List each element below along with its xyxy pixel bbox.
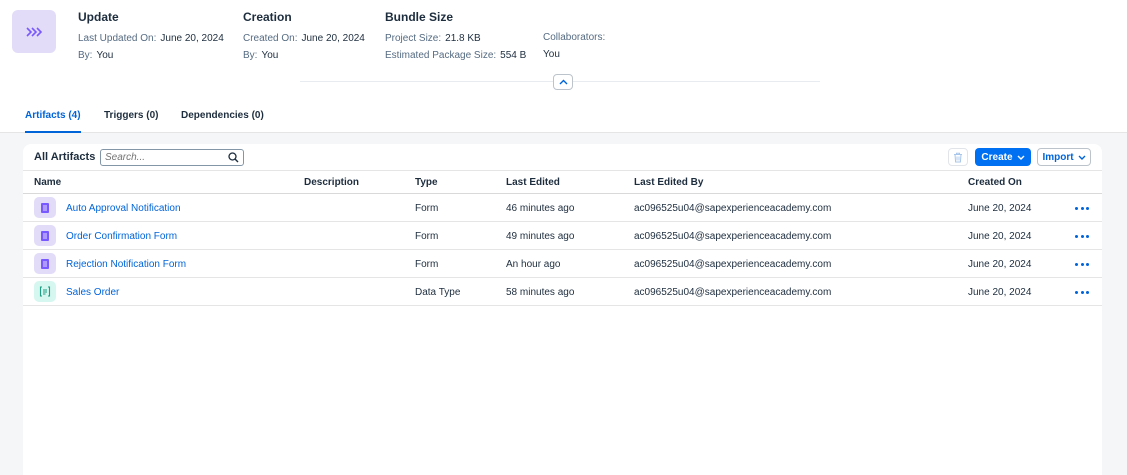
creation-section: Creation Created On: June 20, 2024 By: You [243,10,365,62]
column-header-created-on[interactable]: Created On [968,177,1022,188]
collaborators-section: Collaborators: You [543,31,605,61]
table-header: Name Description Type Last Edited Last E… [23,170,1102,194]
import-button[interactable]: Import [1037,148,1091,166]
import-button-label: Import [1042,151,1074,163]
chevron-down-icon [1017,155,1025,160]
artifact-last-edited: 46 minutes ago [506,203,575,214]
bundle-size-title: Bundle Size [385,10,454,24]
artifact-name-link[interactable]: Sales Order [66,287,119,298]
created-on-value: June 20, 2024 [301,33,365,44]
column-header-last-edited[interactable]: Last Edited [506,177,560,188]
search-icon[interactable] [228,152,239,163]
column-header-name[interactable]: Name [34,177,61,188]
project-size-label: Project Size: [385,33,442,44]
search-field[interactable] [100,149,244,166]
delete-button[interactable] [948,148,968,166]
column-header-last-edited-by[interactable]: Last Edited By [634,177,703,188]
artifact-type: Form [415,203,439,214]
project-header: Update Last Updated On: June 20, 2024 By:… [0,0,1127,133]
artifact-created-on: June 20, 2024 [968,231,1032,242]
artifact-last-edited: 49 minutes ago [506,231,575,242]
collapse-header-button[interactable] [553,74,573,90]
table-title: All Artifacts [34,151,96,163]
table-row[interactable]: Auto Approval Notification Form 46 minut… [23,194,1102,222]
artifact-last-edited: An hour ago [506,259,561,270]
data-type-icon [34,281,56,302]
artifact-type: Data Type [415,287,461,298]
create-button-label: Create [981,151,1013,163]
created-on-label: Created On: [243,33,298,44]
artifact-created-on: June 20, 2024 [968,203,1032,214]
artifact-last-edited-by: ac096525u04@sapexperienceacademy.com [634,287,832,298]
more-actions-icon[interactable] [1075,233,1089,239]
artifact-last-edited-by: ac096525u04@sapexperienceacademy.com [634,203,832,214]
collaborators-value: You [543,49,560,60]
table-row[interactable]: Order Confirmation Form Form 49 minutes … [23,222,1102,250]
form-icon [34,253,56,274]
package-size-label: Estimated Package Size: [385,50,497,61]
chevron-up-icon [559,79,567,85]
artifact-type: Form [415,259,439,270]
artifact-last-edited-by: ac096525u04@sapexperienceacademy.com [634,259,832,270]
table-row[interactable]: Sales Order Data Type 58 minutes ago ac0… [23,278,1102,306]
chevron-down-icon [1078,155,1086,160]
create-button[interactable]: Create [975,148,1031,166]
form-icon [34,225,56,246]
created-by-value: You [261,50,279,61]
tab-dependencies[interactable]: Dependencies (0) [181,110,264,132]
column-header-description[interactable]: Description [304,177,359,188]
updated-by-value: You [96,50,114,61]
bundle-size-section: Bundle Size Project Size: 21.8 KB Estimat… [385,10,526,62]
artifact-name-link[interactable]: Order Confirmation Form [66,231,177,242]
trash-icon [954,152,962,162]
search-input[interactable] [105,152,225,163]
more-actions-icon[interactable] [1075,289,1089,295]
artifact-last-edited-by: ac096525u04@sapexperienceacademy.com [634,231,832,242]
collaborators-label: Collaborators: [543,32,606,43]
project-icon [12,10,56,53]
update-title: Update [78,10,119,24]
package-size-value: 554 B [500,50,527,61]
more-actions-icon[interactable] [1075,261,1089,267]
artifact-name-link[interactable]: Auto Approval Notification [66,203,181,214]
created-by-label: By: [243,50,258,61]
project-size-value: 21.8 KB [445,33,481,44]
updated-by-label: By: [78,50,93,61]
more-actions-icon[interactable] [1075,205,1089,211]
artifact-last-edited: 58 minutes ago [506,287,575,298]
tab-artifacts[interactable]: Artifacts (4) [25,110,81,133]
tab-triggers[interactable]: Triggers (0) [104,110,158,132]
table-row[interactable]: Rejection Notification Form Form An hour… [23,250,1102,278]
artifact-name-link[interactable]: Rejection Notification Form [66,259,186,270]
artifact-type: Form [415,231,439,242]
artifacts-table-card: All Artifacts Create Import Name Descrip… [23,144,1102,475]
triple-chevron-right-icon [26,26,43,37]
creation-title: Creation [243,10,292,24]
column-header-type[interactable]: Type [415,177,438,188]
last-updated-value: June 20, 2024 [160,33,224,44]
artifact-created-on: June 20, 2024 [968,259,1032,270]
artifact-created-on: June 20, 2024 [968,287,1032,298]
update-section: Update Last Updated On: June 20, 2024 By:… [78,10,224,62]
form-icon [34,197,56,218]
last-updated-label: Last Updated On: [78,33,157,44]
